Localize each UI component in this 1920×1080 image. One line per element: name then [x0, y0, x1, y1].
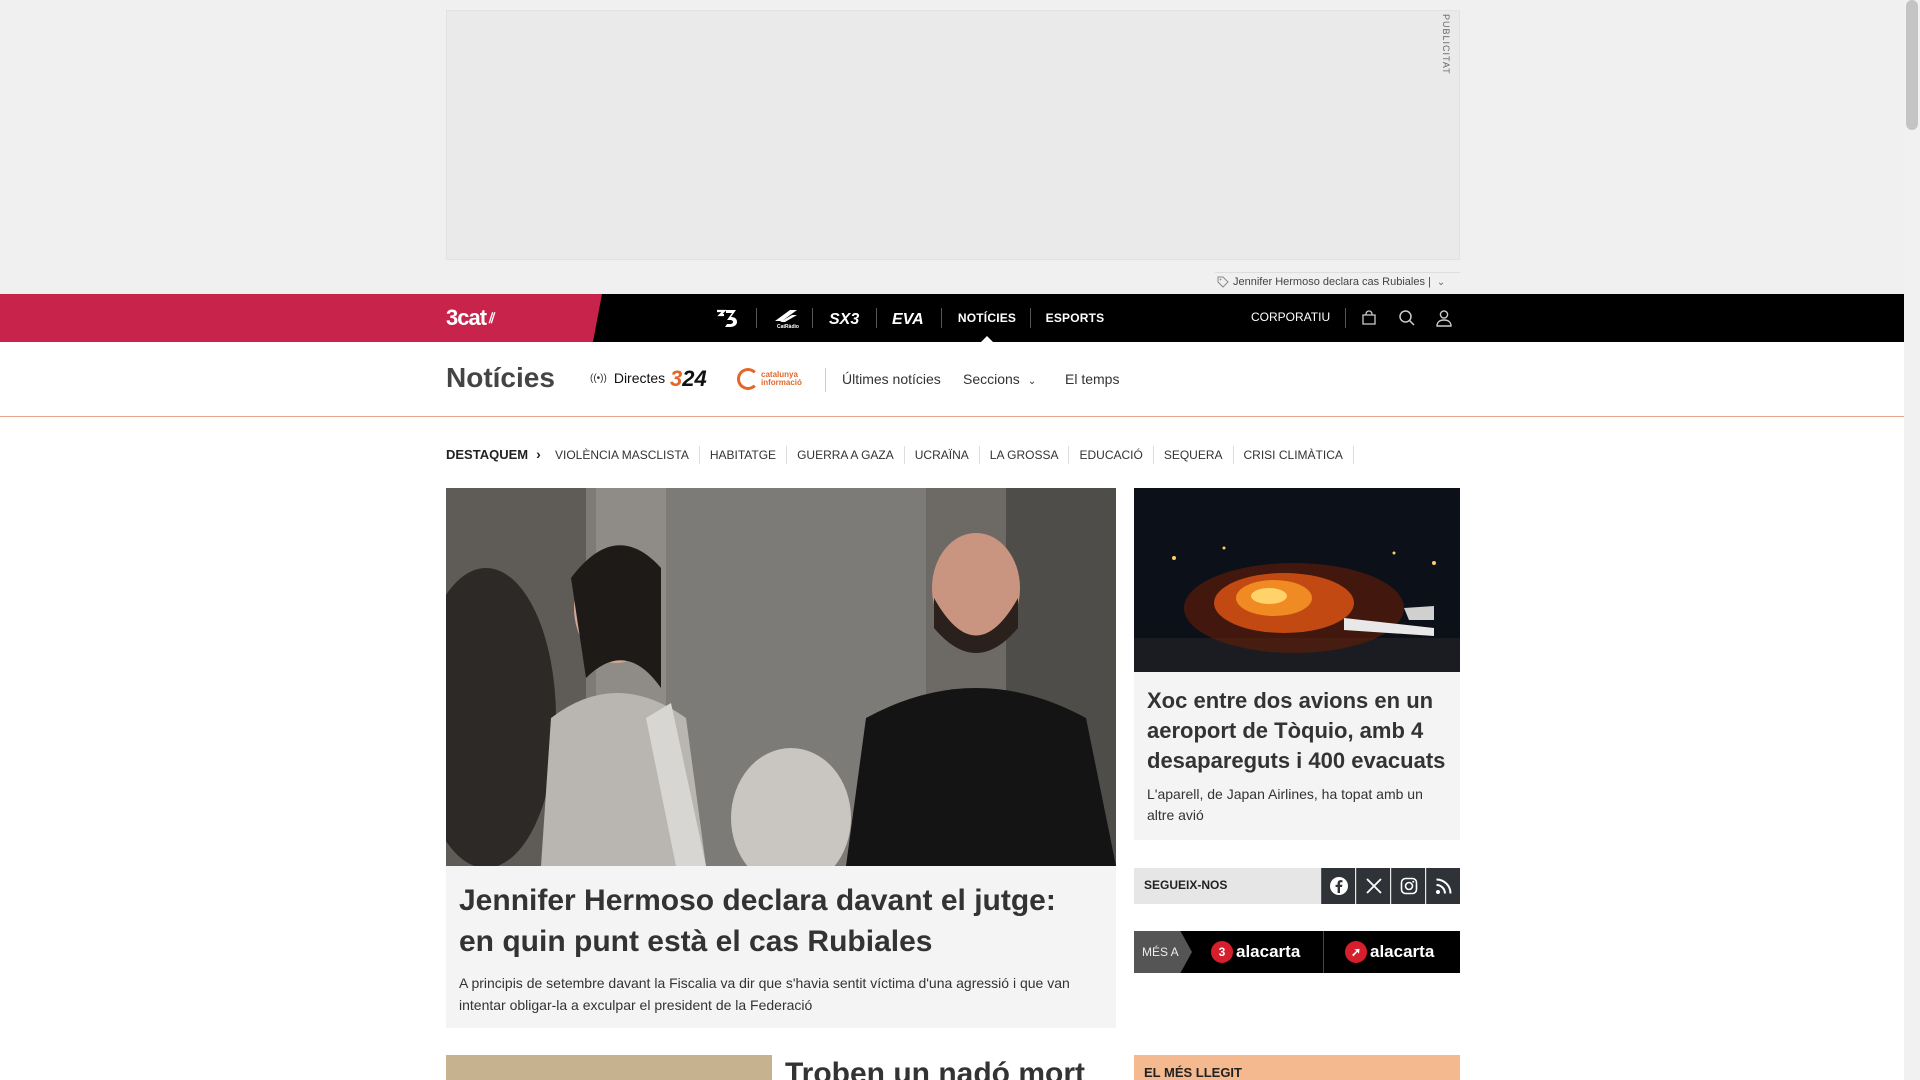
mes-a-divider — [1323, 931, 1324, 973]
search-icon[interactable] — [1395, 306, 1419, 330]
second-article-photo[interactable] — [446, 1055, 772, 1080]
tag-icon — [1217, 276, 1229, 288]
ad-tag-text: Jennifer Hermoso declara cas Rubiales | — [1233, 276, 1431, 288]
topic-link[interactable]: EDUCACIÓ — [1069, 446, 1154, 464]
topic-link[interactable]: LA GROSSA — [980, 446, 1070, 464]
ad-label: PUBLICITAT — [1441, 14, 1451, 75]
topic-link[interactable]: VIOLÈNCIA MASCLISTA — [545, 446, 700, 464]
rss-icon[interactable] — [1426, 868, 1460, 904]
lead-article-subtitle: A principis de setembre davant la Fiscal… — [459, 975, 1070, 1013]
catalunya-radio-icon: ➚ — [1345, 941, 1367, 963]
directes-label: Directes — [613, 370, 666, 386]
ci-circle-icon — [737, 368, 759, 390]
nav-seccions[interactable]: Seccions ⌄ — [963, 371, 1036, 387]
brand-arrows-icon: ⫽ — [489, 309, 495, 326]
channel-catradio-logo[interactable]: CatRàdio — [768, 294, 804, 342]
nav-divider — [1345, 308, 1346, 328]
catalunya-radio-icon: CatRàdio — [775, 310, 799, 329]
second-article-title[interactable]: Troben un nadó mort — [785, 1055, 1085, 1080]
svg-text:SX3: SX3 — [829, 311, 859, 327]
nav-ultimes-noticies[interactable]: Últimes notícies — [842, 371, 941, 387]
side-article-photo[interactable] — [1134, 488, 1460, 672]
channel-tv3-logo[interactable] — [712, 294, 744, 342]
topic-link[interactable]: HABITATGE — [700, 446, 788, 464]
nav-divider — [812, 308, 813, 328]
channel-sx3-logo[interactable]: SX3 — [826, 294, 866, 342]
tv3-icon — [717, 309, 737, 327]
lead-article-title[interactable]: Jennifer Hermoso declara davant el jutge… — [459, 880, 1099, 962]
nav-divider — [876, 308, 877, 328]
svg-text:EVA: EVA — [892, 311, 924, 327]
topic-link[interactable]: SEQUERA — [1154, 446, 1234, 464]
tv3-alacarta-link[interactable]: 3 alacarta — [1211, 931, 1300, 973]
follow-us-label: SEGUEIX-NOS — [1144, 878, 1228, 892]
plane-fire-illustration — [1134, 488, 1460, 672]
most-read-label: EL MÉS LLEGIT — [1144, 1065, 1242, 1080]
chevron-down-icon: ⌄ — [1027, 376, 1037, 387]
section-divider — [825, 368, 826, 392]
destaquem-link[interactable]: DESTAQUEM › — [446, 446, 541, 462]
topic-link[interactable]: GUERRA A GAZA — [787, 446, 905, 464]
scrollbar-track[interactable] — [1904, 0, 1920, 1080]
eva-icon: EVA — [892, 311, 924, 327]
side-article-subtitle: L'aparell, de Japan Airlines, ha topat a… — [1147, 786, 1423, 823]
topic-link[interactable]: CRISI CLIMÀTICA — [1234, 446, 1354, 464]
nav-divider — [756, 308, 757, 328]
topic-list: VIOLÈNCIA MASCLISTA HABITATGE GUERRA A G… — [545, 446, 1354, 464]
user-icon[interactable] — [1432, 306, 1456, 330]
directes-link[interactable]: ((•)) Directes — [590, 370, 665, 386]
catalunya-informacio-logo[interactable]: catalunya informació — [737, 368, 829, 390]
chevron-down-icon[interactable]: ⌄ — [1437, 277, 1445, 288]
sx3-icon: SX3 — [829, 311, 859, 327]
ad-banner[interactable] — [446, 10, 1460, 260]
lead-photo-illustration — [446, 488, 1116, 866]
brand-block — [0, 294, 602, 342]
facebook-icon[interactable] — [1321, 868, 1355, 904]
3cat-logo[interactable]: 3cat ⫽ — [446, 305, 495, 331]
ad-topic-tag[interactable]: Jennifer Hermoso declara cas Rubiales | … — [1215, 272, 1460, 291]
instagram-icon[interactable] — [1391, 868, 1425, 904]
324-three-glyph: 3 — [670, 366, 683, 391]
side-article-title[interactable]: Xoc entre dos avions en un aeroport de T… — [1147, 686, 1447, 776]
tv3-icon: 3 — [1211, 941, 1233, 963]
nav-corporatiu[interactable]: CORPORATIU — [1251, 310, 1330, 324]
brand-name: 3cat — [446, 305, 487, 330]
nav-el-temps[interactable]: El temps — [1065, 371, 1119, 387]
shopping-bag-icon[interactable] — [1357, 306, 1381, 330]
section-divider-line — [0, 416, 1904, 417]
324-digits: 24 — [682, 366, 707, 391]
alacarta-label: alacarta — [1370, 942, 1435, 961]
ci-logo-text: catalunya informació — [761, 370, 802, 387]
nav-esports[interactable]: ESPORTS — [1040, 294, 1110, 342]
x-icon[interactable] — [1356, 868, 1390, 904]
destaquem-label: DESTAQUEM — [446, 446, 529, 462]
live-broadcast-icon: ((•)) — [590, 372, 607, 384]
chevron-right-icon: › — [536, 446, 541, 462]
mes-a-label: MÉS A — [1142, 945, 1179, 959]
lead-article-photo[interactable] — [446, 488, 1116, 866]
alacarta-label: alacarta — [1236, 942, 1301, 961]
scrollbar-thumb[interactable] — [1906, 0, 1918, 130]
nav-noticies[interactable]: NOTÍCIES — [950, 294, 1024, 342]
seccions-label: Seccions — [963, 371, 1020, 387]
channel-eva-logo[interactable]: EVA — [890, 294, 930, 342]
svg-text:CatRàdio: CatRàdio — [777, 324, 799, 329]
page-title[interactable]: Notícies — [446, 362, 555, 394]
topic-link[interactable]: UCRAÏNA — [905, 446, 980, 464]
nav-divider — [941, 308, 942, 328]
catradio-alacarta-link[interactable]: ➚ alacarta — [1345, 931, 1434, 973]
nav-divider — [1030, 308, 1031, 328]
324-logo[interactable]: 332424 — [670, 366, 707, 391]
